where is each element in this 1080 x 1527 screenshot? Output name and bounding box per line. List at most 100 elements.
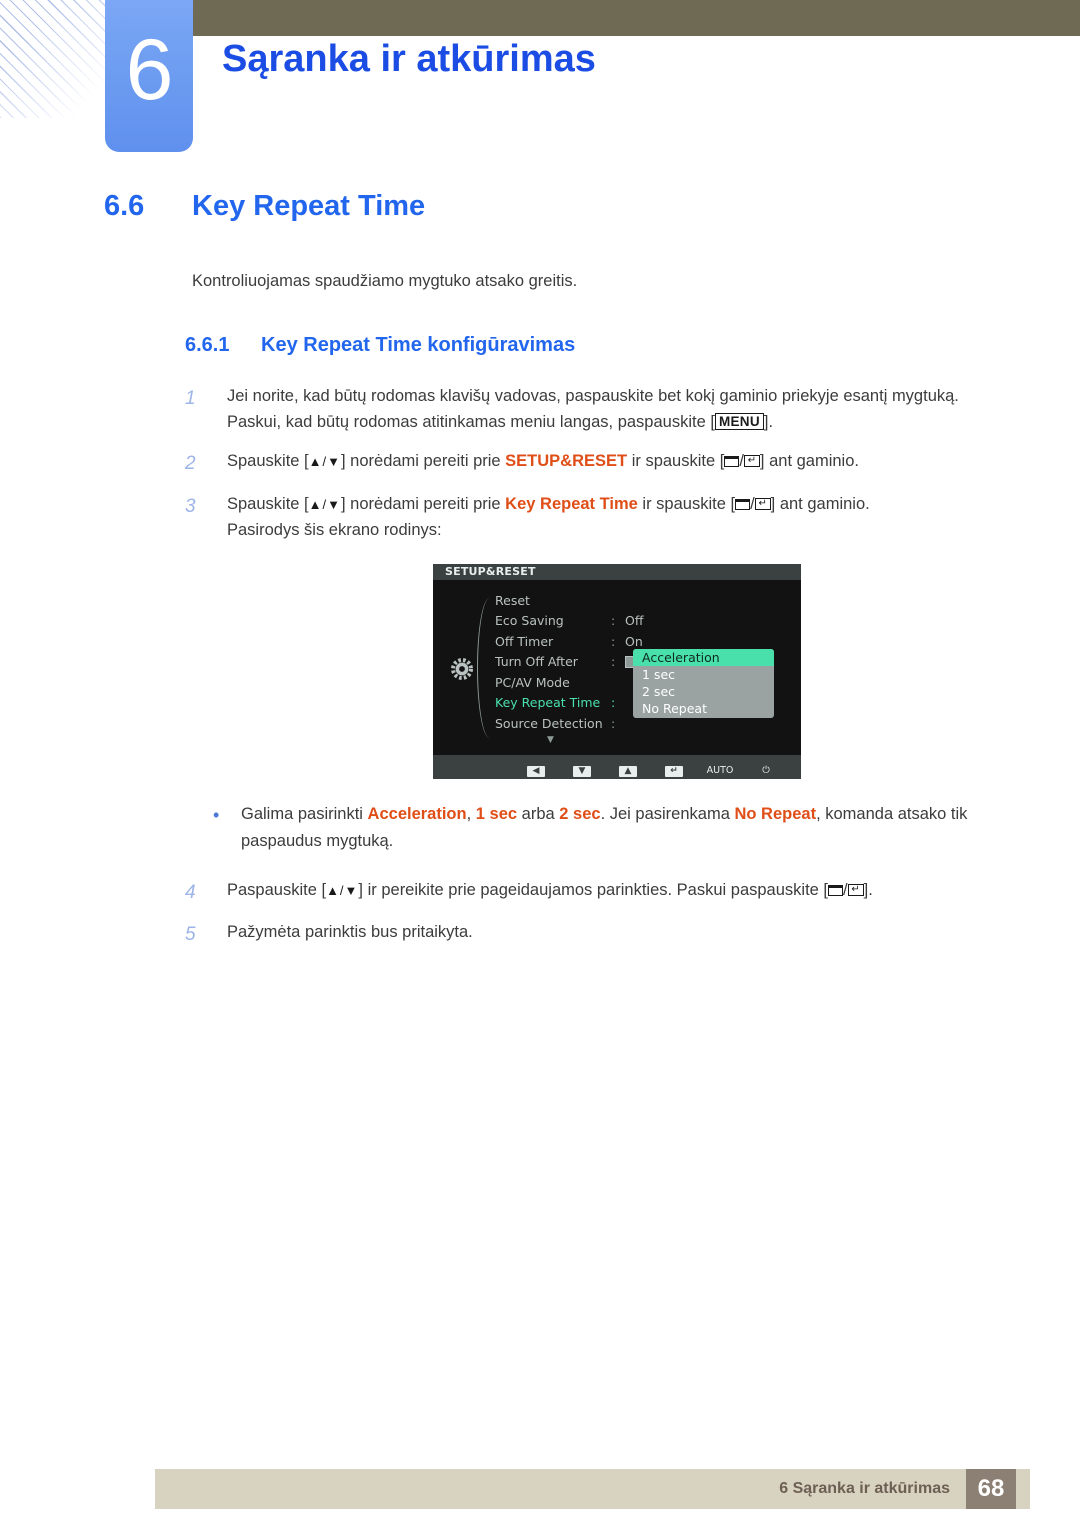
osd-colon: : — [611, 633, 616, 649]
step-number: 1 — [185, 387, 196, 409]
dropdown-option-acceleration[interactable]: Acceleration — [633, 649, 774, 667]
option-2sec-highlight: 2 sec — [559, 805, 601, 824]
dropdown-option-no-repeat[interactable]: No Repeat — [633, 700, 774, 717]
step4-a: Paspauskite [ — [227, 880, 327, 899]
option-norepeat-highlight: No Repeat — [734, 805, 817, 824]
step2-a: Spauskite [ — [227, 452, 309, 471]
osd-colon: : — [611, 613, 616, 629]
osd-title-bar: SETUP&RESET — [433, 564, 801, 581]
step-number: 4 — [185, 881, 196, 903]
section-title: Key Repeat Time — [192, 190, 426, 222]
osd-button-down[interactable]: ▼ ▼ — [559, 758, 605, 779]
button-marker-icon: ▼ — [513, 778, 559, 779]
step3-e: ] ant gaminio. — [770, 494, 870, 513]
osd-row-eco-saving[interactable]: Eco Saving : Off — [495, 611, 795, 632]
osd-label: Source Detection — [495, 715, 603, 731]
up-down-arrows-icon: ▲/▼ — [308, 454, 341, 470]
step2-c: ir spauskite [ — [627, 452, 725, 471]
power-icon: ⏻ — [762, 765, 770, 777]
osd-colon: : — [611, 695, 616, 711]
hatch-decoration — [0, 0, 108, 118]
chevron-down-icon[interactable]: ▼ — [547, 735, 554, 745]
up-arrow-icon: ▲ — [619, 766, 637, 778]
subsection-heading: 6.6.1 Key Repeat Time konfigūravimas — [185, 334, 1080, 357]
step-text: Jei norite, kad būtų rodomas klavišų vad… — [227, 383, 959, 436]
bullet-text: Galima pasirinkti Acceleration, 1 sec ar… — [241, 801, 1031, 854]
osd-button-left[interactable]: ◀ ▼ — [513, 758, 559, 779]
key-repeat-time-dropdown[interactable]: Acceleration 1 sec 2 sec No Repeat — [633, 649, 774, 719]
menu-keycap: MENU — [714, 413, 764, 431]
steps-list-tail: 4 Paspauskite [▲/▼] ir pereikite prie pa… — [185, 877, 1080, 950]
header-olive-bar — [193, 0, 1080, 36]
subsection-number: 6.6.1 — [185, 333, 230, 356]
setup-reset-highlight: SETUP&RESET — [505, 452, 628, 471]
osd-menu: SETUP&RESET Reset Eco Saving: Off Off T… — [433, 564, 801, 780]
step3-followup: Pasirodys šis ekrano rodinys: — [227, 521, 442, 540]
osd-button-up[interactable]: ▲ ▼ — [605, 758, 651, 779]
step1-line2-a: Paskui, kad būtų rodomas atitinkamas men… — [227, 413, 715, 432]
button-marker-icon: ▼ — [697, 778, 743, 779]
osd-figure: SETUP&RESET Reset Eco Saving: Off Off T… — [433, 564, 801, 780]
section-intro: Kontroliuojamas spaudžiamo mygtuko atsak… — [192, 272, 578, 290]
enter-icon: ↵ — [754, 497, 771, 510]
enter-icon: ↵ — [665, 766, 683, 778]
osd-button-auto[interactable]: AUTO ▼ — [697, 758, 743, 779]
page-footer: 6 Sąranka ir atkūrimas 68 — [155, 1469, 1030, 1509]
page-header: 6 Sąranka ir atkūrimas — [0, 0, 1080, 160]
dropdown-option-1-sec[interactable]: 1 sec — [633, 666, 774, 683]
option-acceleration-highlight: Acceleration — [367, 805, 467, 824]
step1-line2-b: ]. — [763, 413, 774, 432]
step-text: Spauskite [▲/▼] norėdami pereiti prie Ke… — [227, 491, 870, 544]
steps-list: 1 Jei norite, kad būtų rodomas klavišų v… — [185, 383, 1080, 544]
step4-b: ] ir pereikite prie pageidaujamos parink… — [358, 880, 829, 899]
osd-colon: : — [611, 715, 616, 731]
osd-label: Key Repeat Time — [495, 695, 601, 711]
step2-e: ] ant gaminio. — [759, 452, 859, 471]
bullet-icon: • — [213, 805, 220, 826]
osd-label: Reset — [495, 592, 530, 608]
step-item: 5 Pažymėta parinktis bus pritaikyta. — [185, 919, 1080, 949]
step-text: Spauskite [▲/▼] norėdami pereiti prie SE… — [227, 448, 859, 478]
page-number: 68 — [966, 1469, 1016, 1509]
chapter-number-badge: 6 — [105, 0, 193, 152]
osd-value: On — [625, 633, 643, 649]
option-1sec-highlight: 1 sec — [475, 805, 518, 824]
step1-line1: Jei norite, kad būtų rodomas klavišų vad… — [227, 386, 959, 405]
bullet-d: . Jei pasirenkama — [600, 805, 735, 824]
page-content: 6.6 Key Repeat Time Kontroliuojamas spau… — [0, 190, 1080, 961]
osd-label: PC/AV Mode — [495, 674, 570, 690]
chapter-title: Sąranka ir atkūrimas — [222, 38, 596, 80]
down-arrow-icon: ▼ — [573, 766, 591, 778]
step-item: 3 Spauskite [▲/▼] norėdami pereiti prie … — [185, 491, 1080, 544]
osd-button-bar: ◀ ▼ ▼ ▼ ▲ ▼ ↵ ▼ AUTO ▼ — [433, 755, 801, 780]
step3-a: Spauskite [ — [227, 494, 309, 513]
step2-b: ] norėdami pereiti prie — [341, 452, 506, 471]
step-text: Paspauskite [▲/▼] ir pereikite prie page… — [227, 877, 873, 907]
auto-label: AUTO — [706, 765, 734, 777]
bullet-note: • Galima pasirinkti Acceleration, 1 sec … — [185, 801, 1080, 854]
button-marker-icon: ▼ — [651, 778, 697, 779]
gear-icon — [451, 658, 473, 681]
step3-c: ir spauskite [ — [637, 494, 736, 513]
back-box-icon — [735, 498, 751, 510]
bullet-b: , — [466, 805, 476, 824]
osd-body: Reset Eco Saving : Off Off Timer : On Tu… — [433, 580, 801, 756]
up-down-arrows-icon: ▲/▼ — [308, 496, 341, 512]
osd-row-reset[interactable]: Reset — [495, 590, 795, 611]
step-number: 3 — [185, 495, 196, 517]
button-marker-icon: ▼ — [743, 778, 789, 779]
step-item: 4 Paspauskite [▲/▼] ir pereikite prie pa… — [185, 877, 1080, 907]
bullet-c: arba — [517, 805, 560, 824]
footer-chapter-label: 6 Sąranka ir atkūrimas — [779, 1480, 950, 1497]
osd-label: Eco Saving — [495, 613, 564, 629]
enter-icon: ↵ — [847, 883, 864, 896]
button-marker-icon: ▼ — [559, 778, 605, 779]
osd-button-power[interactable]: ⏻ ▼ — [743, 758, 789, 779]
osd-label: Off Timer — [495, 633, 554, 649]
enter-icon: ↵ — [743, 455, 760, 468]
dropdown-option-2-sec[interactable]: 2 sec — [633, 683, 774, 700]
osd-button-enter[interactable]: ↵ ▼ — [651, 758, 697, 779]
osd-label: Turn Off After — [495, 654, 578, 670]
step3-b: ] norėdami pereiti prie — [341, 494, 506, 513]
step4-e: ]. — [863, 880, 873, 899]
